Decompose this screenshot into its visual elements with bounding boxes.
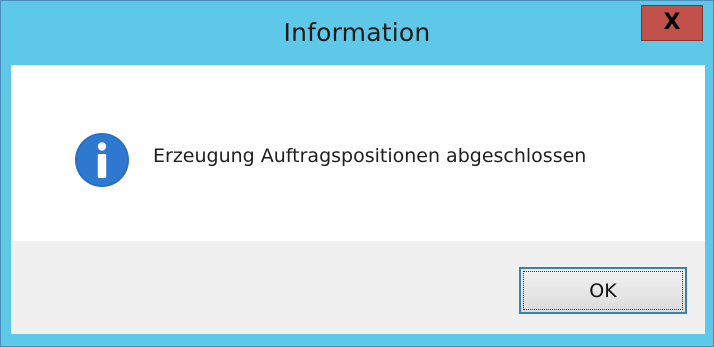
window-title: Information [283, 18, 431, 47]
ok-button[interactable]: OK [519, 267, 687, 314]
dialog-window: Information X Erzeugung Auftragsposition… [0, 0, 714, 347]
info-icon [75, 133, 129, 187]
message-area: Erzeugung Auftragspositionen abgeschloss… [11, 65, 705, 241]
close-button[interactable]: X [641, 5, 703, 41]
button-bar: OK [11, 241, 705, 334]
close-icon: X [663, 10, 681, 35]
dialog-body: Erzeugung Auftragspositionen abgeschloss… [11, 65, 705, 334]
message-text: Erzeugung Auftragspositionen abgeschloss… [153, 145, 587, 167]
title-bar[interactable]: Information X [1, 1, 713, 65]
